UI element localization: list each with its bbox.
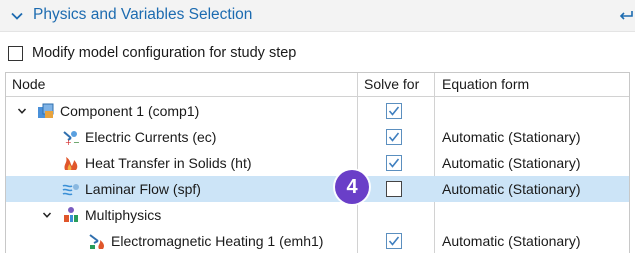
callout-badge: 4 <box>335 170 369 204</box>
modify-configuration-checkbox[interactable] <box>8 45 23 61</box>
svg-text:+: + <box>65 138 72 146</box>
node-label: Laminar Flow (spf) <box>85 181 201 197</box>
checkmark-icon <box>388 158 400 168</box>
modify-configuration-row[interactable]: Modify model configuration for study ste… <box>8 43 296 63</box>
solve-for-checkbox[interactable] <box>386 103 402 119</box>
electromagnetic-heating-icon <box>89 234 104 249</box>
table-row[interactable]: Electromagnetic Heating 1 (emh1) Automat… <box>6 228 629 253</box>
column-header-solve-for[interactable]: Solve for <box>364 73 419 97</box>
solve-for-checkbox[interactable] <box>386 233 402 249</box>
node-cell[interactable]: Electromagnetic Heating 1 (emh1) <box>88 228 323 253</box>
node-label: Multiphysics <box>85 207 162 223</box>
component-icon <box>38 103 54 118</box>
table-header: Node Solve for Equation form <box>6 73 629 97</box>
multiphysics-icon <box>64 207 78 222</box>
checkmark-icon <box>388 132 400 142</box>
table-row[interactable]: Multiphysics <box>6 202 629 228</box>
node-label: Electric Currents (ec) <box>85 129 217 145</box>
checkmark-icon <box>388 106 400 116</box>
column-header-equation-form[interactable]: Equation form <box>442 73 529 97</box>
section-title: Physics and Variables Selection <box>33 6 253 23</box>
heat-transfer-icon <box>64 157 78 170</box>
svg-text:−: − <box>73 138 80 146</box>
node-label: Heat Transfer in Solids (ht) <box>85 155 252 171</box>
table-row[interactable]: Heat Transfer in Solids (ht) Automatic (… <box>6 150 629 176</box>
node-cell[interactable]: Laminar Flow (spf) <box>62 176 201 202</box>
node-cell[interactable]: Component 1 (comp1) <box>37 98 199 124</box>
electric-currents-icon: + − <box>63 131 80 146</box>
node-label: Electromagnetic Heating 1 (emh1) <box>111 233 324 249</box>
solve-for-checkbox[interactable] <box>386 181 402 197</box>
chevron-down-icon[interactable] <box>17 106 27 116</box>
column-header-node[interactable]: Node <box>12 73 45 97</box>
equation-form-cell[interactable]: Automatic (Stationary) <box>442 176 581 202</box>
table-row[interactable]: + − Electric Currents (ec) Automatic (St… <box>6 124 629 150</box>
solve-for-checkbox[interactable] <box>386 129 402 145</box>
node-label: Component 1 (comp1) <box>60 103 200 119</box>
solve-for-checkbox[interactable] <box>386 155 402 171</box>
node-cell[interactable]: Heat Transfer in Solids (ht) <box>62 150 252 176</box>
checkmark-icon <box>388 236 400 246</box>
section-header[interactable]: Physics and Variables Selection <box>0 0 635 32</box>
table-row[interactable]: Component 1 (comp1) <box>6 98 629 124</box>
node-cell[interactable]: Multiphysics <box>62 202 161 228</box>
table-row-selected[interactable]: Laminar Flow (spf) Automatic (Stationary… <box>6 176 629 202</box>
node-cell[interactable]: + − Electric Currents (ec) <box>62 124 216 150</box>
chevron-down-icon[interactable] <box>10 9 24 23</box>
equation-form-cell[interactable]: Automatic (Stationary) <box>442 124 581 150</box>
chevron-down-icon[interactable] <box>42 210 52 220</box>
reset-arrow-icon[interactable] <box>618 7 634 23</box>
modify-configuration-label: Modify model configuration for study ste… <box>32 45 297 61</box>
laminar-flow-icon <box>62 184 79 196</box>
physics-table: Node Solve for Equation form Component 1… <box>5 72 630 253</box>
equation-form-cell[interactable]: Automatic (Stationary) <box>442 150 581 176</box>
equation-form-cell[interactable]: Automatic (Stationary) <box>442 228 581 253</box>
